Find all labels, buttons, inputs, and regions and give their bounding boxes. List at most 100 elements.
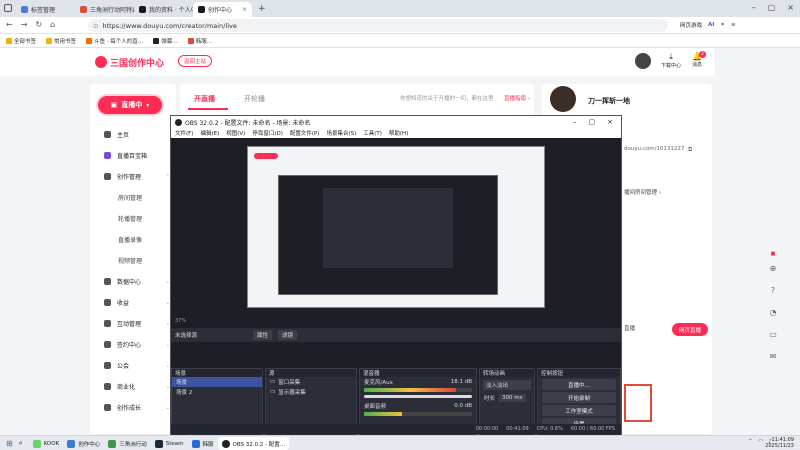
mic-volume-slider[interactable]	[364, 395, 472, 398]
web-games-button[interactable]: 网页游戏	[680, 21, 702, 29]
notify-badge: 2	[699, 51, 706, 58]
wifi-icon[interactable]: ◠	[758, 438, 763, 445]
start-recording-button[interactable]: 开始录制	[542, 392, 616, 403]
menu-docks[interactable]: 停靠窗口(D)	[252, 129, 283, 137]
filters-button[interactable]: 滤镜	[278, 330, 298, 340]
profile-avatar[interactable]	[550, 86, 576, 112]
browser-tab-2[interactable]: 三角洲行动阿特森大…×	[75, 2, 134, 17]
menu-file[interactable]: 文件(F)	[175, 129, 193, 137]
new-tab-button[interactable]: +	[258, 4, 266, 14]
logo-icon	[95, 56, 107, 68]
tab-search-icon[interactable]	[4, 4, 12, 12]
room-manage-link[interactable]: 播间房间管理 ›	[624, 188, 661, 196]
forward-icon[interactable]: →	[21, 20, 28, 29]
obs-statusbar: 00:00:00 00:41:09 CPU: 0.6% 60.00 / 60.0…	[171, 424, 621, 434]
browser-tab-1[interactable]: 标签管理	[16, 2, 75, 17]
source-toolbar: 未选择源 属性 滤镜	[171, 328, 621, 342]
menu-view[interactable]: 视图(V)	[226, 129, 245, 137]
properties-button[interactable]: 属性	[253, 330, 273, 340]
sidebar-item-home[interactable]: 主页	[104, 130, 170, 139]
help-icon[interactable]: ?	[766, 280, 780, 302]
taskbar-app[interactable]: 韩服	[188, 437, 218, 450]
promo-icon[interactable]: ■	[766, 250, 780, 258]
menu-help[interactable]: 帮助(H)	[389, 129, 408, 137]
address-toolbar: ← → ↻ ⌂ ⊙ https://www.douyu.com/creator/m…	[0, 17, 800, 34]
avatar[interactable]	[635, 53, 651, 69]
sidebar-item-interaction[interactable]: 互动管理 ⌄	[104, 319, 170, 328]
sidebar-item-guild[interactable]: 公会 ⌄	[104, 361, 170, 370]
creator-logo[interactable]: 三国创作中心	[95, 54, 167, 70]
close-icon[interactable]: ×	[242, 6, 247, 13]
ai-button[interactable]: AI	[708, 22, 714, 28]
source-item[interactable]: ▭ 窗口采集	[266, 377, 356, 387]
copy-icon[interactable]: ⧉	[688, 146, 692, 154]
sidebar-item-creation[interactable]: 创作管理 ⌃	[104, 172, 170, 181]
scene-item[interactable]: 场景 2	[172, 387, 262, 397]
live-status-button[interactable]: ▣ 直播中 ▾	[98, 96, 162, 114]
sidebar-item-commerce[interactable]: 商业化 ⌄	[104, 382, 170, 391]
headset-icon[interactable]: ◔	[766, 302, 780, 324]
sidebar-item-data[interactable]: 数据中心 ⌄	[104, 277, 170, 286]
close-icon[interactable]: ×	[607, 118, 613, 126]
bookmark-item[interactable]: 斗鱼 · 每个人的直…	[86, 37, 143, 45]
bookmark-item[interactable]: 弹幕…	[153, 37, 178, 45]
feedback-icon[interactable]: ✉	[766, 346, 780, 368]
tray-icon[interactable]: ⌃	[748, 438, 753, 445]
reload-icon[interactable]: ↻	[35, 20, 42, 29]
obs-preview[interactable]: 37% 未选择源 属性 滤镜 场景 场景 场景 2 +🗑⌃⌄ 源 ▭窗口采集 ▭…	[171, 138, 621, 446]
fps-readout: 60.00 / 60.00 FPS	[570, 426, 615, 432]
bookmark-item[interactable]: 韩服…	[187, 37, 212, 45]
sidebar-item-income[interactable]: 收益 ⌄	[104, 298, 170, 307]
browser-tabbar: 标签管理 三角洲行动阿特森大…× 我的资料 · 个人中心 · 斗…× 创作中心×…	[0, 0, 800, 17]
browser-tab-4[interactable]: 创作中心 ×	[193, 2, 252, 17]
scene-item[interactable]: 场景	[172, 377, 262, 387]
bookmark-item[interactable]: 常用书签	[46, 37, 76, 45]
tab-start-live[interactable]: 开直播	[194, 94, 215, 104]
minimize-icon[interactable]: –	[573, 118, 577, 126]
source-item[interactable]: ▭ 显示器采集	[266, 387, 356, 397]
url-field[interactable]: ⊙ https://www.douyu.com/creator/main/live	[88, 19, 668, 32]
monitor-icon: ▭	[270, 389, 276, 395]
back-icon[interactable]: ←	[6, 20, 13, 29]
extensions-icon[interactable]: ✦	[720, 22, 725, 28]
menu-scene-collection[interactable]: 场景集合(S)	[326, 129, 356, 137]
studio-mode-button[interactable]: 工作室模式	[542, 405, 616, 416]
obs-logo-icon	[175, 118, 182, 126]
sidebar-item-growth[interactable]: 创作成长 ⌄	[104, 403, 170, 412]
duration-input[interactable]: 300 ms	[499, 394, 526, 402]
plus-icon[interactable]: ⊕	[766, 258, 780, 280]
minimize-icon[interactable]: –	[752, 3, 756, 12]
no-source-label: 未选择源	[175, 333, 198, 339]
start-icon[interactable]: ⊞	[6, 439, 13, 448]
clock[interactable]: 11:41:09 2025/11/23	[765, 437, 794, 449]
menu-edit[interactable]: 编辑(E)	[200, 129, 219, 137]
monitor-icon[interactable]: ▭	[766, 324, 780, 346]
transition-select[interactable]: 淡入淡出	[483, 380, 531, 390]
taskbar-app[interactable]: OBS 32.0.2 - 配置…	[217, 437, 290, 450]
menu-icon[interactable]: ≡	[731, 22, 736, 28]
back-to-main-button[interactable]: 返回主站	[178, 55, 212, 67]
taskbar-app[interactable]: KOOK	[29, 437, 64, 450]
window-icon: ▭	[270, 379, 276, 385]
taskbar-app[interactable]: 创作中心	[63, 437, 104, 450]
tab-start-carousel[interactable]: 开轮播	[244, 94, 265, 104]
mixer-channel: 麦克风/Aux 18.1 dB	[364, 379, 472, 386]
maximize-icon[interactable]: ▢	[589, 118, 596, 126]
sidebar-item-contract[interactable]: 签约中心 ⌄	[104, 340, 170, 349]
menu-tools[interactable]: 工具(T)	[363, 129, 382, 137]
live-guide-link[interactable]: 直播指南 ›	[504, 94, 530, 102]
web-live-button[interactable]: 网页直播	[672, 323, 708, 336]
taskbar-app[interactable]: 三角洲行动	[104, 437, 151, 450]
maximize-icon[interactable]: ▢	[768, 3, 776, 12]
taskbar-app[interactable]: Steam	[151, 437, 188, 450]
bookmark-item[interactable]: 全部书签	[6, 37, 36, 45]
search-icon[interactable]: ⌕	[19, 439, 23, 448]
download-center[interactable]: ⤓ 下载中心	[660, 52, 682, 69]
tab-favicon-icon	[198, 6, 205, 13]
browser-tab-3[interactable]: 我的资料 · 个人中心 · 斗…×	[134, 2, 193, 17]
sidebar-item-toolbox[interactable]: 直播百宝箱	[104, 151, 170, 160]
streaming-button[interactable]: 直播中…	[542, 379, 616, 390]
close-window-icon[interactable]: ×	[787, 3, 794, 12]
home-icon[interactable]: ⌂	[50, 20, 55, 29]
menu-profile[interactable]: 配置文件(P)	[290, 129, 320, 137]
